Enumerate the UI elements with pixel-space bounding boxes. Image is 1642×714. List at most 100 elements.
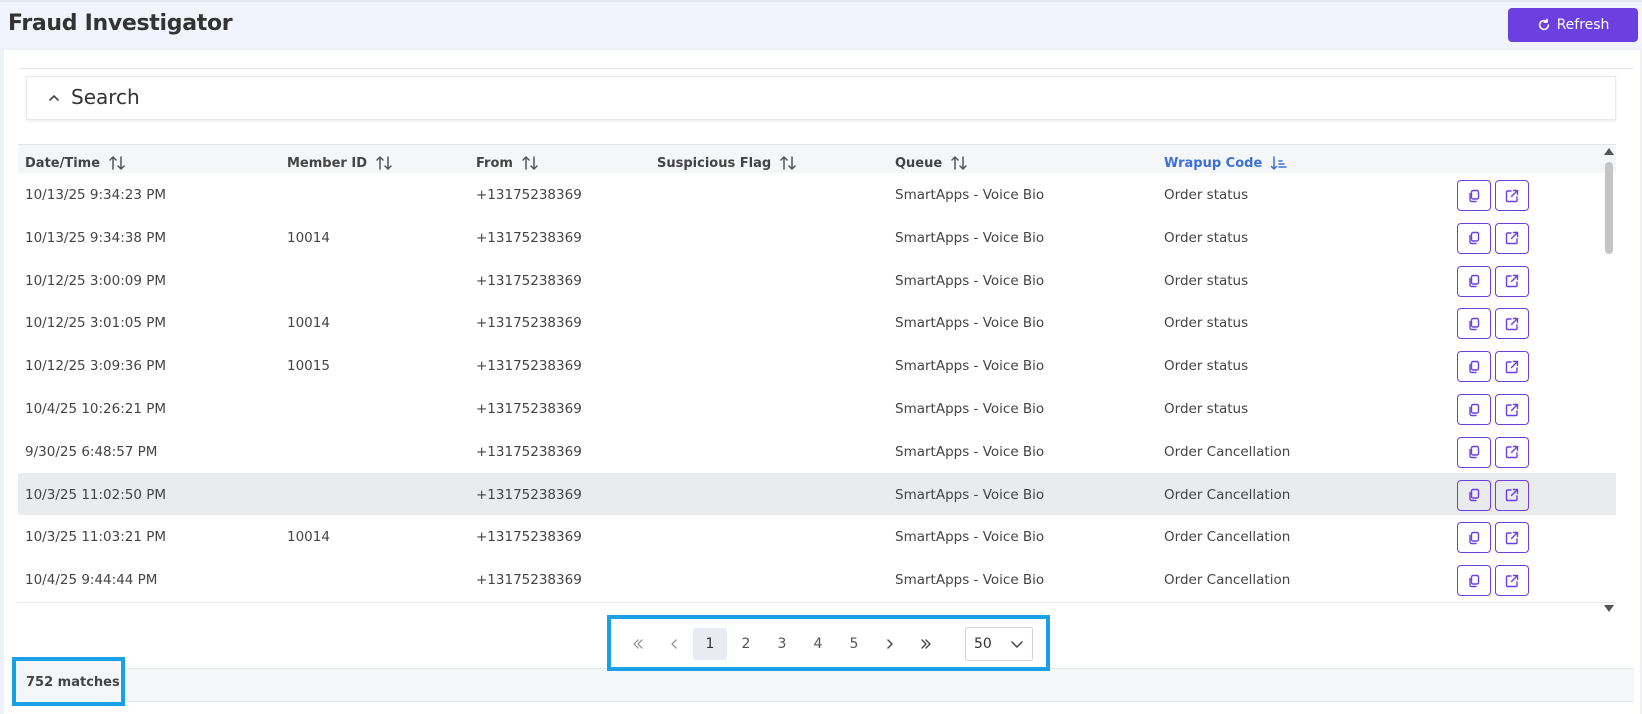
open-details-button[interactable] xyxy=(1495,308,1529,340)
cell-date-time: 10/13/25 9:34:38 PM xyxy=(25,229,167,246)
sort-icon xyxy=(951,156,967,170)
table-footer xyxy=(18,668,1634,702)
column-header-label: Member ID xyxy=(287,155,367,171)
page-2-button[interactable]: 2 xyxy=(729,628,763,660)
app-header: Fraud Investigator Refresh xyxy=(0,0,1642,48)
table-row[interactable]: 10/12/25 3:01:05 PM 10014 +13175238369 Smar… xyxy=(18,301,1616,347)
scroll-down-arrow[interactable] xyxy=(1604,605,1614,612)
copy-icon xyxy=(1469,488,1480,502)
next-page-button[interactable] xyxy=(873,628,907,660)
column-header-label: From xyxy=(476,155,513,171)
double-chevron-left-icon xyxy=(633,639,643,649)
copy-button[interactable] xyxy=(1457,522,1491,554)
copy-button[interactable] xyxy=(1457,436,1491,468)
open-details-button[interactable] xyxy=(1495,180,1529,211)
column-header-wrapup-code[interactable]: Wrapup Code xyxy=(1164,155,1288,171)
page-size-select[interactable]: 50 xyxy=(965,627,1033,661)
search-accordion[interactable]: Search xyxy=(26,76,1616,120)
open-details-button[interactable] xyxy=(1495,565,1529,597)
refresh-button-label: Refresh xyxy=(1556,17,1610,33)
search-title[interactable]: Search xyxy=(71,85,140,109)
page-3-button[interactable]: 3 xyxy=(765,628,799,660)
prev-page-button[interactable] xyxy=(657,628,691,660)
sort-icon xyxy=(376,156,392,170)
cell-wrapup-code: Order status xyxy=(1164,229,1249,246)
first-page-button[interactable] xyxy=(621,628,655,660)
table-row[interactable]: 10/13/25 9:34:23 PM +13175238369 SmartApps… xyxy=(18,173,1616,218)
cell-member-id: 10014 xyxy=(287,529,330,546)
copy-icon xyxy=(1469,274,1480,288)
page-title: Fraud Investigator xyxy=(8,11,233,36)
open-details-button[interactable] xyxy=(1495,522,1529,554)
open-details-button[interactable] xyxy=(1495,394,1529,425)
page-1-button[interactable]: 1 xyxy=(693,628,727,660)
chevron-down-icon xyxy=(1011,641,1023,648)
scroll-thumb[interactable] xyxy=(1605,162,1613,254)
copy-button[interactable] xyxy=(1457,351,1491,383)
copy-button[interactable] xyxy=(1457,565,1491,597)
column-header-suspicious-flag[interactable]: Suspicious Flag xyxy=(657,155,797,171)
refresh-button[interactable]: Refresh xyxy=(1508,8,1638,42)
cell-from: +13175238369 xyxy=(476,358,582,375)
sort-icon xyxy=(109,156,125,170)
column-header-member-id[interactable]: Member ID xyxy=(287,155,393,171)
double-chevron-right-icon xyxy=(921,639,931,649)
last-page-button[interactable] xyxy=(909,628,943,660)
cell-queue: SmartApps - Voice Bio xyxy=(895,272,1045,289)
column-header-date-time[interactable]: Date/Time xyxy=(25,155,126,171)
scroll-up-arrow[interactable] xyxy=(1604,148,1614,155)
copy-button[interactable] xyxy=(1457,180,1491,211)
copy-button[interactable] xyxy=(1457,479,1491,511)
copy-icon xyxy=(1469,531,1480,545)
cell-member-id: 10015 xyxy=(287,358,330,375)
open-external-icon xyxy=(1505,360,1519,373)
cell-from: +13175238369 xyxy=(476,401,582,417)
page-5-button[interactable]: 5 xyxy=(837,628,871,660)
cell-from: +13175238369 xyxy=(476,572,582,589)
copy-icon xyxy=(1469,317,1480,331)
cell-date-time: 9/30/25 6:48:57 PM xyxy=(25,443,158,460)
table-scrollbar[interactable] xyxy=(1602,144,1616,616)
open-details-button[interactable] xyxy=(1495,436,1529,468)
copy-button[interactable] xyxy=(1457,222,1491,254)
column-header-from[interactable]: From xyxy=(476,155,539,171)
cell-wrapup-code: Order status xyxy=(1164,358,1249,375)
cell-date-time: 10/3/25 11:03:21 PM xyxy=(25,529,167,546)
cell-member-id: 10014 xyxy=(287,315,330,332)
copy-button[interactable] xyxy=(1457,308,1491,340)
page-size-value: 50 xyxy=(974,636,992,652)
table-row[interactable]: 10/12/25 3:00:09 PM +13175238369 SmartApps… xyxy=(18,258,1616,304)
cell-date-time: 10/12/25 3:01:05 PM xyxy=(25,315,167,332)
table-row[interactable]: 10/3/25 11:03:21 PM 10014 +13175238369 Smar… xyxy=(18,515,1616,561)
cell-queue: SmartApps - Voice Bio xyxy=(895,529,1045,546)
table-row[interactable]: 10/4/25 9:44:44 PM +13175238369 SmartApps … xyxy=(18,558,1616,604)
table-row[interactable]: 9/30/25 6:48:57 PM +13175238369 SmartApps … xyxy=(18,429,1616,475)
column-header-queue[interactable]: Queue xyxy=(895,155,968,171)
table-row[interactable]: 10/4/25 10:26:21 PM +13175238369 SmartApps… xyxy=(18,387,1616,432)
open-details-button[interactable] xyxy=(1495,479,1529,511)
page-4-button[interactable]: 4 xyxy=(801,628,835,660)
open-details-button[interactable] xyxy=(1495,222,1529,254)
cell-wrapup-code: Order status xyxy=(1164,401,1249,417)
cell-from: +13175238369 xyxy=(476,486,582,503)
open-external-icon xyxy=(1505,317,1519,331)
table-row[interactable]: 10/3/25 11:02:50 PM +13175238369 SmartApps… xyxy=(18,472,1616,518)
chevron-right-icon xyxy=(887,639,893,649)
cell-date-time: 10/13/25 9:34:23 PM xyxy=(25,187,167,203)
table-row[interactable]: 10/12/25 3:09:36 PM 10015 +13175238369 Smar… xyxy=(18,344,1616,390)
chevron-left-icon xyxy=(671,639,677,649)
open-external-icon xyxy=(1505,232,1519,245)
cell-queue: SmartApps - Voice Bio xyxy=(895,315,1045,332)
cell-member-id: 10014 xyxy=(287,229,330,246)
chevron-up-icon[interactable] xyxy=(47,91,61,105)
open-details-button[interactable] xyxy=(1495,351,1529,383)
cell-wrapup-code: Order Cancellation xyxy=(1164,572,1291,589)
matches-text: 752 matches xyxy=(26,675,120,690)
open-external-icon xyxy=(1505,531,1519,545)
copy-button[interactable] xyxy=(1457,265,1491,297)
copy-icon xyxy=(1469,446,1480,459)
table-row[interactable]: 10/13/25 9:34:38 PM 10014 +13175238369 Smar… xyxy=(18,215,1616,261)
open-details-button[interactable] xyxy=(1495,265,1529,297)
copy-button[interactable] xyxy=(1457,394,1491,425)
refresh-icon xyxy=(1538,18,1549,31)
